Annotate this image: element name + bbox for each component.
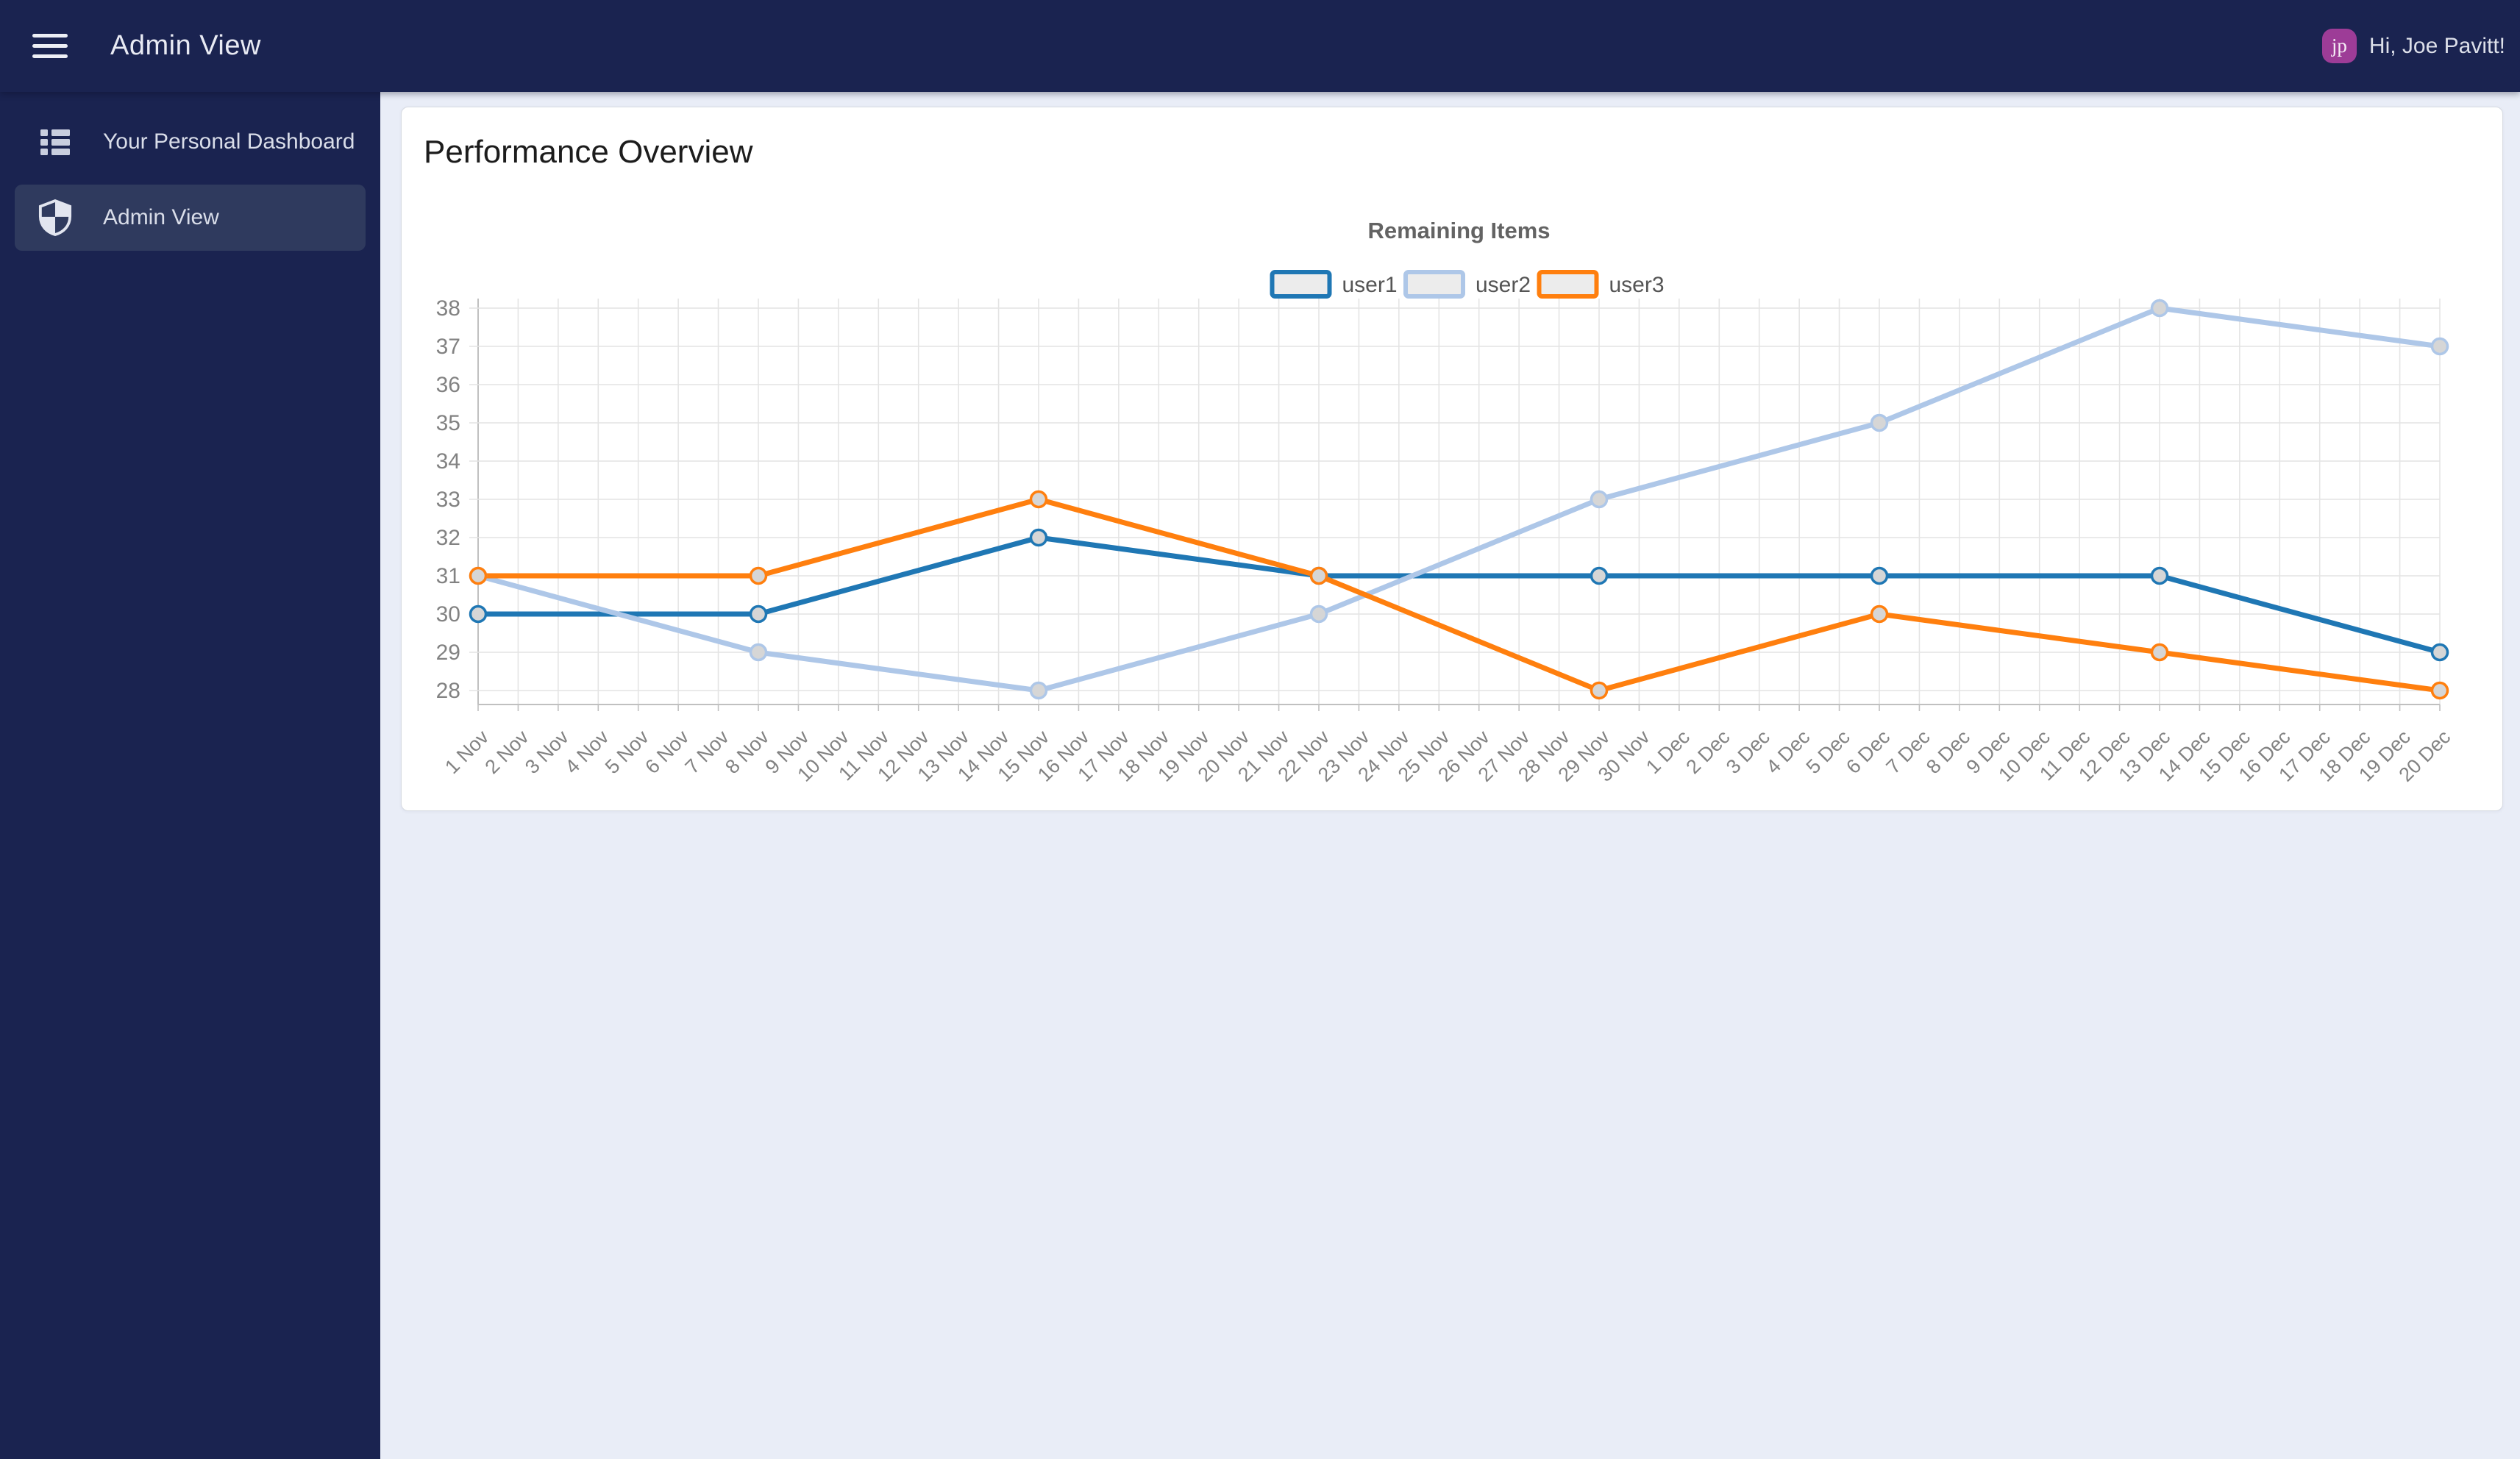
svg-text:31: 31 — [436, 564, 460, 588]
svg-text:36: 36 — [436, 373, 460, 397]
user-greeting: Hi, Joe Pavitt! — [2368, 33, 2505, 58]
svg-text:30: 30 — [436, 602, 460, 627]
svg-text:4 Nov: 4 Nov — [560, 726, 613, 778]
svg-text:2 Dec: 2 Dec — [1681, 726, 1734, 778]
svg-text:6 Dec: 6 Dec — [1842, 726, 1894, 778]
svg-text:32: 32 — [436, 526, 460, 550]
svg-text:7 Nov: 7 Nov — [681, 726, 733, 778]
svg-text:1 Dec: 1 Dec — [1642, 726, 1694, 778]
svg-text:33: 33 — [436, 488, 460, 512]
data-point[interactable] — [1870, 566, 1889, 585]
top-bar: Admin View jp Hi, Joe Pavitt! — [0, 0, 2520, 92]
data-point[interactable] — [749, 643, 768, 662]
app-title: Admin View — [110, 30, 261, 61]
remaining-items-chart[interactable]: 28 29 30 31 32 33 34 35 36 37 38 1 Nov2 Nov3 Nov4 N… — [402, 107, 2504, 812]
legend-swatch-user2 — [1403, 270, 1465, 299]
series-points-user1[interactable] — [469, 528, 2449, 662]
hamburger-bar — [32, 34, 68, 38]
data-point[interactable] — [1309, 566, 1328, 585]
data-point[interactable] — [1029, 490, 1048, 509]
svg-text:8 Nov: 8 Nov — [721, 726, 773, 778]
svg-text:3 Dec: 3 Dec — [1722, 726, 1774, 778]
y-axis-labels: 28 29 30 31 32 33 34 35 36 37 38 — [436, 296, 460, 703]
data-point[interactable] — [1029, 528, 1048, 547]
svg-text:34: 34 — [436, 449, 460, 474]
series-points-user3[interactable] — [469, 490, 2449, 700]
data-point[interactable] — [2430, 337, 2449, 356]
svg-text:35: 35 — [436, 411, 460, 435]
hamburger-bar — [32, 54, 68, 58]
data-point[interactable] — [2430, 681, 2449, 700]
data-point[interactable] — [1309, 604, 1328, 624]
svg-text:29: 29 — [436, 641, 460, 665]
sidebar-item-label: Admin View — [103, 205, 219, 229]
sidebar-item-admin-view[interactable]: Admin View — [15, 185, 366, 251]
data-point[interactable] — [1590, 490, 1609, 509]
data-point[interactable] — [749, 604, 768, 624]
data-point[interactable] — [1870, 413, 1889, 432]
avatar[interactable]: jp — [2321, 29, 2357, 63]
svg-text:37: 37 — [436, 335, 460, 359]
performance-card: Performance Overview 28 29 30 31 32 33 34 35 36 3… — [401, 107, 2503, 811]
data-point[interactable] — [1870, 604, 1889, 624]
legend-item-user2[interactable]: user2 — [1403, 270, 1531, 299]
list-icon — [37, 125, 74, 159]
legend-swatch-user1 — [1270, 270, 1332, 299]
hamburger-bar — [32, 44, 68, 48]
legend-label-user3: user3 — [1609, 273, 1665, 297]
svg-text:38: 38 — [436, 296, 460, 321]
svg-text:28: 28 — [436, 679, 460, 703]
data-point[interactable] — [1590, 566, 1609, 585]
avatar-initials: jp — [2331, 35, 2347, 57]
svg-text:8 Dec: 8 Dec — [1922, 726, 1974, 778]
svg-text:3 Nov: 3 Nov — [521, 726, 573, 778]
x-axis-labels: 1 Nov2 Nov3 Nov4 Nov5 Nov6 Nov7 Nov8 Nov… — [441, 726, 2455, 786]
svg-text:5 Nov: 5 Nov — [601, 726, 653, 778]
sidebar: Your Personal Dashboard Admin View — [0, 92, 380, 1459]
legend-item-user1[interactable]: user1 — [1270, 270, 1398, 299]
chart-title: Remaining Items — [1367, 218, 1550, 243]
user-area: jp Hi, Joe Pavitt! — [2321, 29, 2505, 63]
data-point[interactable] — [2150, 566, 2169, 585]
sidebar-item-label: Your Personal Dashboard — [103, 129, 355, 154]
data-point[interactable] — [2150, 643, 2169, 662]
svg-text:5 Dec: 5 Dec — [1802, 726, 1854, 778]
svg-text:1 Nov: 1 Nov — [441, 726, 493, 778]
chart-legend: user1 user2 user3 — [1270, 270, 1665, 299]
data-point[interactable] — [469, 604, 488, 624]
svg-text:6 Nov: 6 Nov — [641, 726, 693, 778]
hamburger-menu-button[interactable] — [32, 34, 68, 58]
sidebar-item-personal-dashboard[interactable]: Your Personal Dashboard — [15, 109, 366, 175]
sidebar-nav: Your Personal Dashboard Admin View — [0, 109, 380, 251]
data-point[interactable] — [469, 566, 488, 585]
legend-item-user3[interactable]: user3 — [1537, 270, 1665, 299]
main-content: Performance Overview 28 29 30 31 32 33 34 35 36 3… — [380, 92, 2520, 1459]
data-point[interactable] — [749, 566, 768, 585]
data-point[interactable] — [2430, 643, 2449, 662]
legend-label-user1: user1 — [1342, 273, 1398, 297]
svg-text:2 Nov: 2 Nov — [481, 726, 533, 778]
legend-label-user2: user2 — [1476, 273, 1531, 297]
svg-text:4 Dec: 4 Dec — [1762, 726, 1814, 778]
series-line-user3 — [475, 496, 2443, 693]
data-point[interactable] — [2150, 299, 2169, 318]
legend-swatch-user3 — [1537, 270, 1599, 299]
shield-icon — [37, 199, 74, 236]
data-point[interactable] — [1590, 681, 1609, 700]
data-point[interactable] — [1029, 681, 1048, 700]
svg-text:7 Dec: 7 Dec — [1882, 726, 1935, 778]
